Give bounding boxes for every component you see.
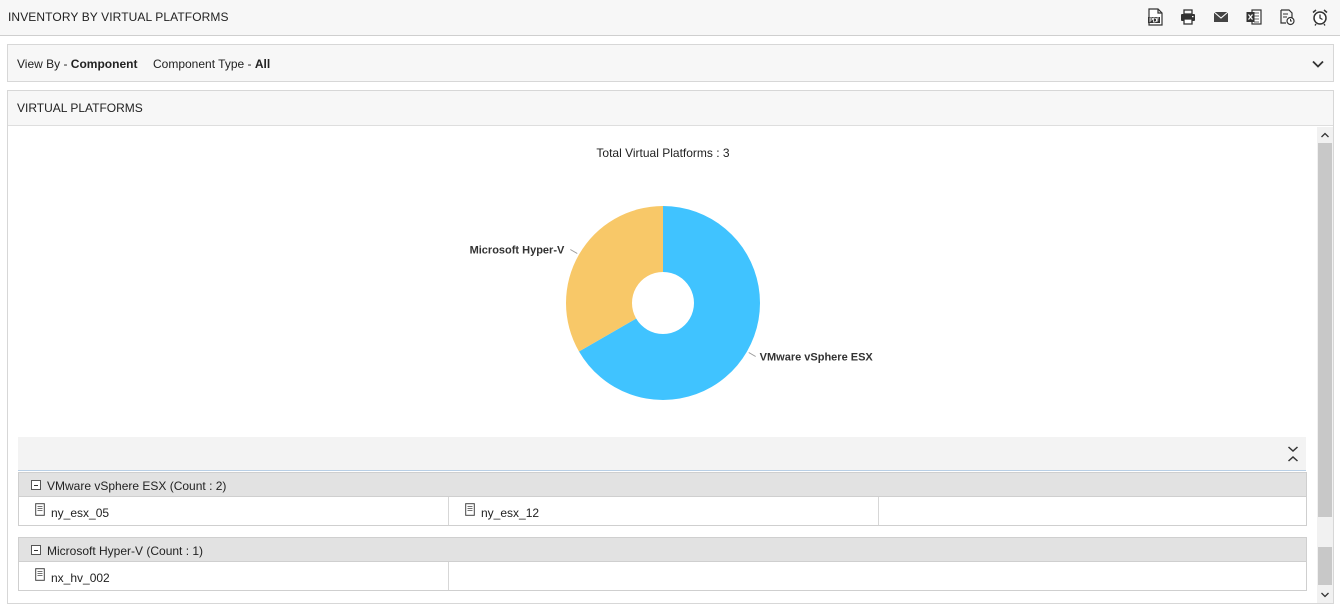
- alarm-clock-icon: [1312, 9, 1327, 26]
- report-toolbar: [1138, 6, 1336, 28]
- pdf-button[interactable]: [1138, 6, 1171, 28]
- list-item[interactable]: nx_hv_002: [19, 562, 449, 590]
- scroll-up-icon[interactable]: [1320, 130, 1330, 140]
- pie-label: VMware vSphere ESX: [760, 352, 874, 364]
- group-title: VMware vSphere ESX (Count : 2): [47, 479, 227, 493]
- empty-cell: [449, 562, 1306, 590]
- label-leader-line: [570, 249, 578, 254]
- component-name: ny_esx_05: [51, 506, 110, 520]
- view-by-value: Component: [70, 57, 138, 71]
- group-title: Microsoft Hyper-V (Count : 1): [47, 544, 204, 558]
- scroll-down-icon[interactable]: [1320, 590, 1330, 600]
- scrollbar-thumb[interactable]: [1318, 143, 1332, 517]
- collapse-icon[interactable]: [31, 545, 41, 555]
- pie-slice-microsoft-hyper-v[interactable]: [566, 206, 663, 352]
- component-name: nx_hv_002: [51, 571, 110, 585]
- print-button[interactable]: [1171, 6, 1204, 28]
- panel-title: VIRTUAL PLATFORMS: [17, 101, 143, 115]
- expand-collapse-icon[interactable]: [1286, 444, 1300, 464]
- scrollbar-track-segment: [1318, 547, 1332, 585]
- list-item[interactable]: ny_esx_05: [19, 497, 449, 525]
- component-name: ny_esx_12: [481, 506, 540, 520]
- view-by-label: View By -: [17, 57, 71, 71]
- pdf-icon: [1147, 8, 1163, 26]
- pie-label: Microsoft Hyper-V: [470, 245, 565, 257]
- empty-cell: [879, 497, 1306, 525]
- list-item[interactable]: ny_esx_12: [449, 497, 879, 525]
- schedule-report-button[interactable]: [1270, 6, 1303, 28]
- virtual-platforms-panel: VIRTUAL PLATFORMS Total Virtual Platform…: [7, 90, 1334, 604]
- server-icon: [35, 568, 45, 581]
- vertical-scrollbar[interactable]: [1317, 127, 1333, 603]
- component-type-label: Component Type -: [153, 57, 255, 71]
- server-icon: [465, 503, 475, 516]
- table-row: nx_hv_002: [18, 562, 1307, 591]
- alarm-button[interactable]: [1303, 6, 1336, 28]
- excel-button[interactable]: [1237, 6, 1270, 28]
- table-row: ny_esx_05 ny_esx_12: [18, 497, 1307, 526]
- group-header: VMware vSphere ESX (Count : 2): [18, 472, 1307, 497]
- excel-icon: [1246, 9, 1262, 25]
- view-by-filter[interactable]: View By - Component: [17, 57, 137, 71]
- component-type-value: All: [254, 57, 271, 71]
- group-vmware: VMware vSphere ESX (Count : 2) ny_esx_05…: [18, 472, 1307, 526]
- collapse-icon[interactable]: [31, 480, 41, 490]
- email-button[interactable]: [1204, 6, 1237, 28]
- details-toggle-bar: [18, 437, 1306, 471]
- component-type-filter[interactable]: Component Type - All: [153, 57, 270, 71]
- report-header: INVENTORY BY VIRTUAL PLATFORMS: [0, 0, 1340, 36]
- server-icon: [35, 503, 45, 516]
- donut-chart: VMware vSphere ESX Microsoft Hyper-V: [470, 206, 874, 400]
- email-icon: [1213, 11, 1228, 22]
- panel-header: VIRTUAL PLATFORMS: [8, 91, 1333, 126]
- schedule-report-icon: [1279, 9, 1295, 26]
- label-leader-line: [748, 352, 756, 357]
- print-icon: [1180, 9, 1195, 25]
- page-title: INVENTORY BY VIRTUAL PLATFORMS: [8, 10, 229, 24]
- filter-bar: View By - Component Component Type - All: [7, 44, 1334, 82]
- group-header: Microsoft Hyper-V (Count : 1): [18, 537, 1307, 562]
- group-hyperv: Microsoft Hyper-V (Count : 1) nx_hv_002: [18, 537, 1307, 591]
- chevron-down-icon[interactable]: [1311, 57, 1325, 71]
